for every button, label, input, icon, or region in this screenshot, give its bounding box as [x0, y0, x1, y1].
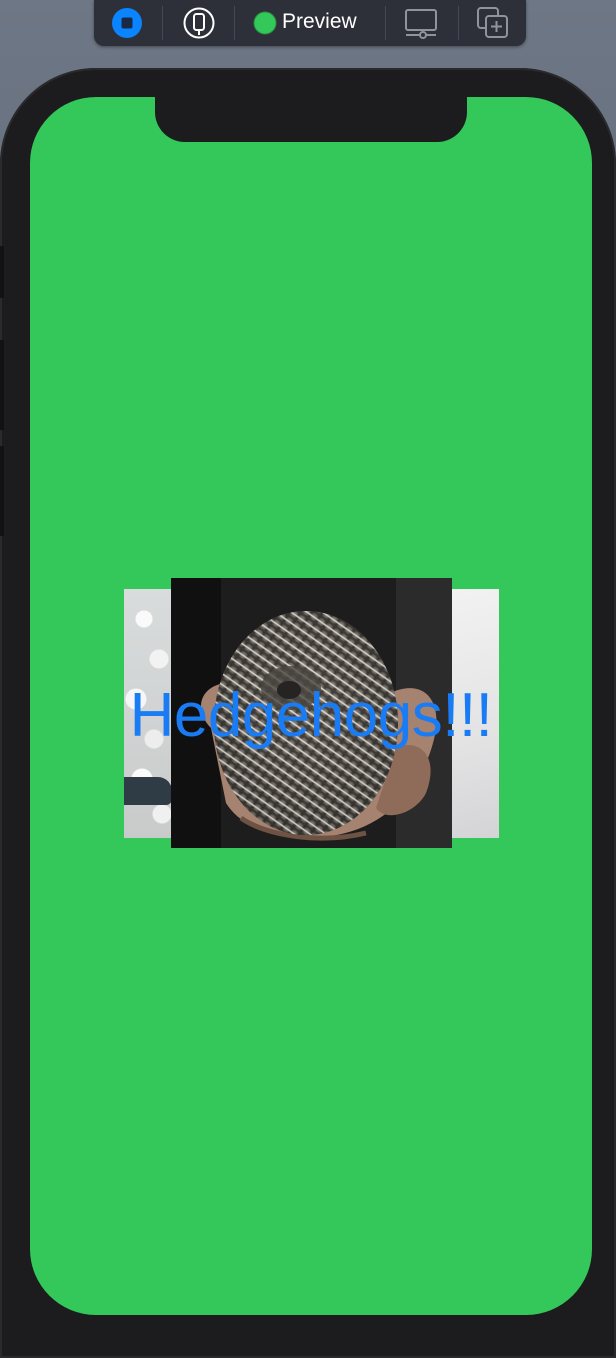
device-settings-icon	[405, 9, 437, 39]
device-select-button[interactable]	[182, 7, 216, 39]
mute-switch	[0, 246, 4, 298]
toolbar-separator	[234, 6, 235, 40]
device-select-icon	[183, 7, 215, 39]
shoe-detail	[124, 777, 172, 805]
preview-status-dot-icon	[253, 11, 277, 35]
duplicate-preview-icon	[477, 7, 508, 38]
preview-label: Preview	[282, 10, 357, 33]
duplicate-preview-button[interactable]	[476, 7, 510, 39]
stop-live-icon	[112, 8, 142, 38]
preview-status-button[interactable]	[248, 7, 282, 39]
hedgehogs-title: Hedgehogs!!!	[129, 681, 493, 750]
toolbar-separator	[458, 6, 459, 40]
preview-toolbar: Preview	[94, 0, 526, 46]
toolbar-separator	[385, 6, 386, 40]
device-settings-button[interactable]	[404, 7, 438, 39]
volume-up-button	[0, 340, 4, 430]
live-preview-stop-button[interactable]	[110, 7, 144, 39]
volume-down-button	[0, 446, 4, 536]
device-notch	[155, 97, 467, 142]
toolbar-separator	[162, 6, 163, 40]
